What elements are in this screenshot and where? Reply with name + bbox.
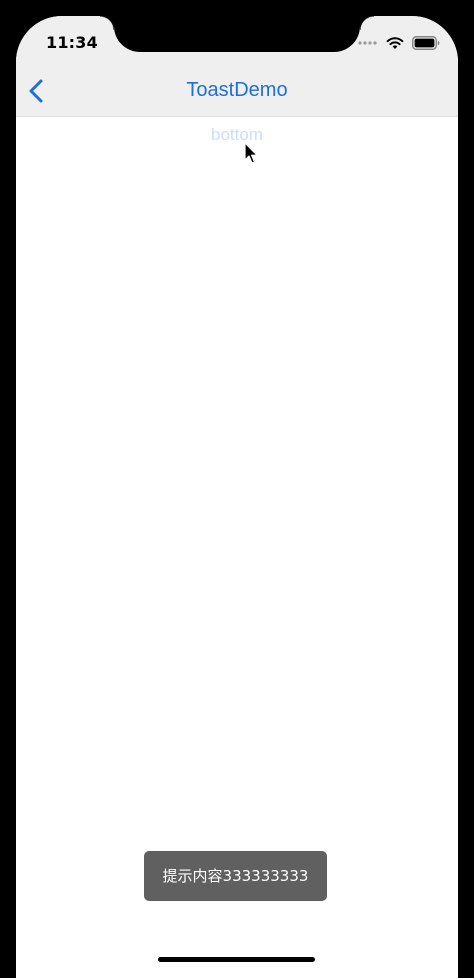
signal-icon bbox=[358, 41, 377, 45]
status-time: 11:34 bbox=[46, 33, 98, 52]
toast-message: 提示内容333333333 bbox=[144, 851, 327, 901]
bottom-toast-button[interactable]: bottom bbox=[187, 122, 287, 148]
nav-title: ToastDemo bbox=[186, 79, 288, 101]
navigation-bar: ToastDemo bbox=[16, 64, 458, 117]
home-indicator[interactable] bbox=[158, 957, 315, 962]
mouse-pointer-icon bbox=[244, 142, 258, 164]
status-icons bbox=[358, 36, 440, 50]
device-notch bbox=[100, 16, 374, 52]
phone-frame: 11:34 ToastDemo bottom 提示内容333333333 bbox=[0, 0, 474, 978]
wifi-icon bbox=[386, 37, 404, 49]
battery-icon bbox=[412, 36, 440, 50]
back-button[interactable] bbox=[20, 74, 52, 108]
chevron-left-icon bbox=[29, 79, 43, 103]
app-screen: 11:34 ToastDemo bottom 提示内容333333333 bbox=[16, 16, 458, 978]
status-bar: 11:34 bbox=[16, 16, 458, 64]
